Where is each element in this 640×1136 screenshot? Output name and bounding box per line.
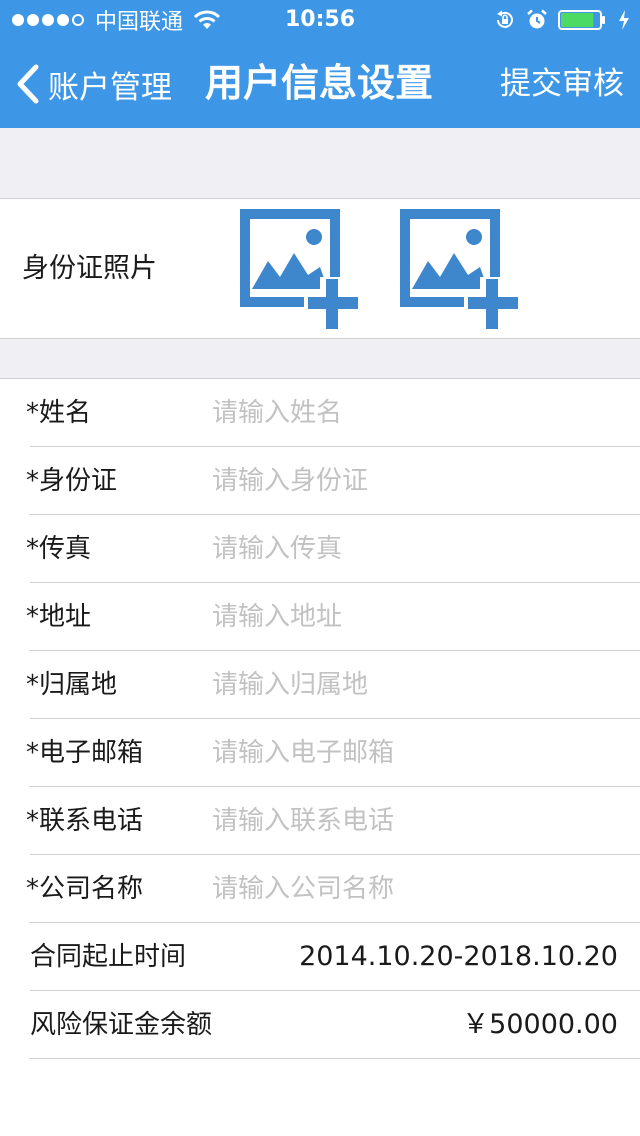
id-photo-row: 身份证照片 <box>0 199 640 338</box>
back-button-label: 账户管理 <box>48 69 172 106</box>
name-label: *姓名 <box>26 398 92 428</box>
form-row-company: *公司名称 <box>0 855 640 923</box>
form-row-fax: *传真 <box>0 515 640 583</box>
form-row-region: *归属地 <box>0 651 640 719</box>
id-number-input[interactable] <box>212 457 622 505</box>
alarm-icon <box>527 9 547 29</box>
deposit-balance-value: ￥50000.00 <box>462 1009 618 1040</box>
chevron-left-icon <box>17 64 39 104</box>
email-input[interactable] <box>212 729 622 777</box>
fax-label: *传真 <box>26 534 92 564</box>
status-bar: 中国联通 10:56 <box>0 0 640 40</box>
rotation-lock-icon <box>497 10 513 28</box>
contract-period-value: 2014.10.20-2018.10.20 <box>299 941 618 972</box>
email-label: *电子邮箱 <box>26 738 144 768</box>
contract-period-label: 合同起止时间 <box>30 942 187 972</box>
address-input[interactable] <box>212 593 622 641</box>
user-info-form: *姓名 *身份证 *传真 *地址 *归属地 *电子邮箱 *联系电话 *公司名称 … <box>0 379 640 1059</box>
form-row-id-number: *身份证 <box>0 447 640 515</box>
page-title: 用户信息设置 <box>205 61 434 105</box>
section-spacer <box>0 338 640 379</box>
add-id-photo-back-button[interactable] <box>398 207 520 329</box>
section-spacer <box>0 128 640 199</box>
form-row-address: *地址 <box>0 583 640 651</box>
phone-input[interactable] <box>212 797 622 845</box>
add-photo-icon <box>400 209 520 329</box>
status-right <box>484 6 630 34</box>
add-id-photo-front-button[interactable] <box>238 207 360 329</box>
charging-icon <box>619 10 629 30</box>
id-number-label: *身份证 <box>26 466 118 496</box>
company-label: *公司名称 <box>26 874 144 904</box>
form-row-contract-period: 合同起止时间 2014.10.20-2018.10.20 <box>0 923 640 991</box>
phone-label: *联系电话 <box>26 806 144 836</box>
back-button[interactable]: 账户管理 <box>14 60 172 108</box>
fax-input[interactable] <box>212 525 622 573</box>
top-header: 中国联通 10:56 账户管理 用户信息设置 提交审核 <box>0 0 640 128</box>
submit-review-button[interactable]: 提交审核 <box>500 60 624 108</box>
company-input[interactable] <box>212 865 622 913</box>
name-input[interactable] <box>212 389 622 437</box>
address-label: *地址 <box>26 602 92 632</box>
form-row-name: *姓名 <box>0 379 640 447</box>
form-row-deposit-balance: 风险保证金余额 ￥50000.00 <box>0 991 640 1059</box>
region-input[interactable] <box>212 661 622 709</box>
add-photo-icon <box>240 209 360 329</box>
deposit-balance-label: 风险保证金余额 <box>30 1010 213 1040</box>
form-row-phone: *联系电话 <box>0 787 640 855</box>
region-label: *归属地 <box>26 670 118 700</box>
id-photo-label: 身份证照片 <box>22 253 157 284</box>
battery-icon <box>558 10 605 30</box>
navigation-bar: 账户管理 用户信息设置 提交审核 <box>0 40 640 128</box>
form-row-email: *电子邮箱 <box>0 719 640 787</box>
